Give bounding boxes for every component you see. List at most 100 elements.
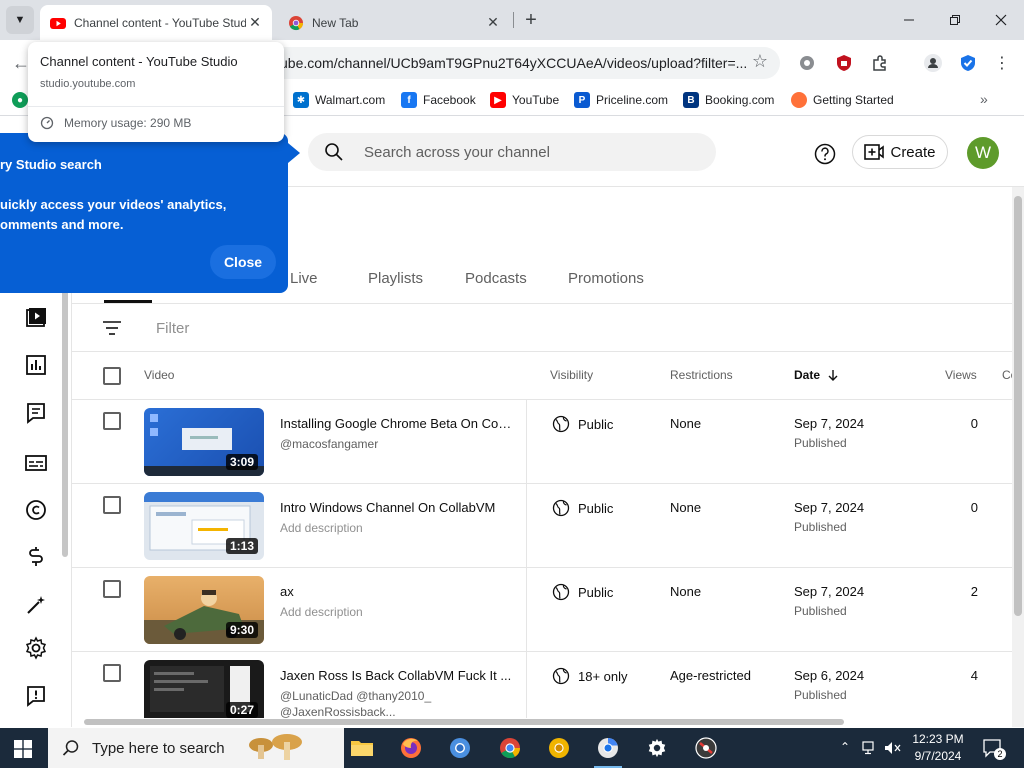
- table-row[interactable]: 1:13 Intro Windows Channel On CollabVM A…: [72, 484, 1012, 568]
- search-icon: [325, 143, 343, 161]
- tab-youtube-studio[interactable]: Channel content - YouTube Studio ✕: [40, 5, 272, 40]
- channel-search[interactable]: [308, 133, 716, 171]
- search-input[interactable]: [364, 133, 694, 171]
- profile-icon[interactable]: [922, 52, 944, 74]
- visibility-cell[interactable]: 18+ only: [552, 667, 628, 685]
- column-views[interactable]: Views: [945, 368, 977, 382]
- minimize-button[interactable]: [886, 0, 932, 40]
- sort-arrow-down-icon: [828, 370, 838, 381]
- row-checkbox[interactable]: [103, 664, 121, 682]
- create-button[interactable]: Create: [852, 135, 948, 169]
- windows-start-icon[interactable]: [14, 740, 32, 758]
- settings-gear-icon[interactable]: [24, 636, 48, 660]
- video-duration: 0:27: [225, 702, 258, 718]
- column-divider: [526, 652, 527, 718]
- subtitles-icon[interactable]: [24, 451, 48, 475]
- video-thumbnail[interactable]: 1:13: [144, 492, 264, 560]
- table-row[interactable]: 0:27 Jaxen Ross Is Back CollabVM Fuck It…: [72, 652, 1012, 719]
- tray-show-hidden-icon[interactable]: ⌃: [840, 740, 850, 754]
- address-bar[interactable]: ube.com/channel/UCb9amT9GPnu2T64yXCCUAeA…: [240, 47, 780, 79]
- row-checkbox[interactable]: [103, 580, 121, 598]
- bookmark-booking[interactable]: B Booking.com: [683, 92, 774, 108]
- views-cell: 0: [970, 416, 978, 431]
- visibility-cell[interactable]: Public: [552, 499, 613, 517]
- views-cell: 4: [970, 668, 978, 683]
- bookmark-getting-started[interactable]: Getting Started: [791, 92, 894, 108]
- video-title[interactable]: Installing Google Chrome Beta On Coll...: [280, 416, 512, 431]
- filter-icon[interactable]: [102, 320, 122, 336]
- tab-new-tab[interactable]: New Tab ✕: [278, 5, 510, 40]
- volume-muted-icon[interactable]: [884, 741, 902, 755]
- bitwarden-shield-icon[interactable]: [957, 52, 979, 74]
- taskbar-search[interactable]: Type here to search: [48, 728, 344, 768]
- filter-input[interactable]: [156, 312, 456, 344]
- select-all-checkbox[interactable]: [103, 367, 121, 385]
- bookmark-facebook[interactable]: f Facebook: [401, 92, 476, 108]
- analytics-icon[interactable]: [24, 353, 48, 377]
- video-title[interactable]: Jaxen Ross Is Back CollabVM Fuck It ...: [280, 668, 512, 683]
- tab-promotions[interactable]: Promotions: [568, 270, 644, 287]
- row-checkbox[interactable]: [103, 496, 121, 514]
- extensions-icon[interactable]: [869, 52, 891, 74]
- bookmark-youtube[interactable]: ▶ YouTube: [490, 92, 559, 108]
- tab-search-button[interactable]: ▼: [6, 6, 34, 34]
- copyright-icon[interactable]: [24, 498, 48, 522]
- extension-puzzle-gear-icon[interactable]: [796, 52, 818, 74]
- video-duration: 3:09: [225, 454, 258, 470]
- video-title[interactable]: ax: [280, 584, 512, 599]
- close-tab-icon[interactable]: ✕: [484, 14, 502, 31]
- horizontal-scrollbar[interactable]: [84, 719, 844, 725]
- notification-center[interactable]: 2: [982, 738, 1006, 760]
- firefox-icon: [401, 738, 421, 758]
- callout-close-button[interactable]: Close: [210, 245, 276, 279]
- comments-icon[interactable]: [24, 401, 48, 425]
- column-restrictions[interactable]: Restrictions: [670, 368, 733, 382]
- row-checkbox[interactable]: [103, 412, 121, 430]
- taskbar-chrome[interactable]: [492, 734, 528, 762]
- tab-live[interactable]: Live: [290, 270, 318, 287]
- close-tab-icon[interactable]: ✕: [246, 14, 264, 31]
- video-thumbnail[interactable]: 9:30: [144, 576, 264, 644]
- content-icon[interactable]: [24, 305, 48, 329]
- taskbar-settings[interactable]: [639, 734, 675, 762]
- restore-button[interactable]: [932, 0, 978, 40]
- taskbar-chrome-canary[interactable]: [541, 734, 577, 762]
- taskbar-app-circle[interactable]: [688, 734, 724, 762]
- close-window-button[interactable]: [978, 0, 1024, 40]
- network-icon[interactable]: [862, 741, 878, 755]
- column-date[interactable]: Date: [794, 368, 840, 382]
- visibility-cell[interactable]: Public: [552, 583, 613, 601]
- video-thumbnail[interactable]: 3:09: [144, 408, 264, 476]
- taskbar-file-explorer[interactable]: [344, 734, 380, 762]
- more-bookmarks-icon[interactable]: »: [980, 91, 988, 107]
- taskbar-chrome-beta[interactable]: [590, 734, 626, 768]
- taskbar-chromium[interactable]: [442, 734, 478, 762]
- visibility-cell[interactable]: Public: [552, 415, 613, 433]
- tab-podcasts[interactable]: Podcasts: [465, 270, 527, 287]
- ublock-shield-icon[interactable]: [833, 52, 855, 74]
- video-thumbnail[interactable]: 0:27: [144, 660, 264, 718]
- new-tab-button[interactable]: +: [520, 8, 542, 32]
- video-description[interactable]: Add description: [280, 604, 512, 620]
- hover-card-title: Channel content - YouTube Studio: [40, 54, 238, 69]
- earn-icon[interactable]: [24, 545, 48, 569]
- bookmark-star-icon[interactable]: ☆: [752, 51, 768, 72]
- bookmark-walmart[interactable]: ✱ Walmart.com: [293, 92, 385, 108]
- memory-usage-text: Memory usage: 290 MB: [64, 116, 192, 130]
- table-row[interactable]: 9:30 ax Add description Public None Sep …: [72, 568, 1012, 652]
- taskbar-firefox[interactable]: [393, 734, 429, 762]
- account-avatar[interactable]: W: [967, 137, 999, 169]
- priceline-icon: P: [574, 92, 590, 108]
- help-icon[interactable]: [814, 143, 836, 165]
- bookmark-priceline[interactable]: P Priceline.com: [574, 92, 668, 108]
- browser-menu-icon[interactable]: ⋮: [991, 52, 1013, 74]
- video-title[interactable]: Intro Windows Channel On CollabVM: [280, 500, 512, 515]
- tab-playlists[interactable]: Playlists: [368, 270, 423, 287]
- column-visibility[interactable]: Visibility: [550, 368, 593, 382]
- customization-wand-icon[interactable]: [24, 593, 48, 617]
- feedback-icon[interactable]: [24, 684, 48, 708]
- table-row[interactable]: 3:09 Installing Google Chrome Beta On Co…: [72, 400, 1012, 484]
- vertical-scrollbar-thumb[interactable]: [1014, 196, 1022, 616]
- video-description[interactable]: Add description: [280, 520, 512, 536]
- taskbar-clock[interactable]: 12:23 PM 9/7/2024: [906, 731, 970, 765]
